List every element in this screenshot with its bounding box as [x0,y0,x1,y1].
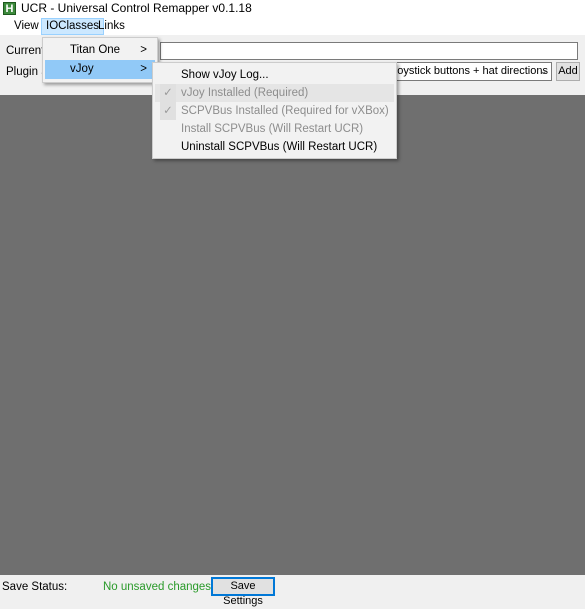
menu-item-uninstall-scpvbus[interactable]: Uninstall SCPVBus (Will Restart UCR) [155,138,394,156]
menu-links[interactable]: Links [94,18,129,35]
menu-item-titan-one[interactable]: Titan One > [45,41,155,60]
status-bar: Save Status: No unsaved changes [0,575,585,600]
main-panel [0,95,585,575]
menu-view[interactable]: View [10,18,43,35]
menu-item-show-vjoy-log[interactable]: Show vJoy Log... [155,66,394,84]
chevron-down-icon: ⌄ [538,65,548,77]
chevron-right-icon: > [140,44,147,56]
current-profile-field[interactable] [160,42,578,60]
add-plugin-button[interactable]: Add [556,62,580,81]
menu-item-label: vJoy [70,63,94,75]
menu-item-label: SCPVBus Installed (Required for vXBox) [181,105,389,117]
menu-item-label: vJoy Installed (Required) [181,87,309,99]
save-settings-button[interactable]: Save Settings [211,577,275,607]
chevron-right-icon: > [140,63,147,75]
menu-item-scpvbus-installed[interactable]: ✓ SCPVBus Installed (Required for vXBox) [155,102,394,120]
menu-bar: View IOClasses Links [0,17,585,35]
app-icon: H [3,2,16,15]
save-status-label: Save Status: [2,581,68,593]
menu-item-vjoy[interactable]: vJoy > [45,60,155,79]
menu-item-label: Titan One [70,44,121,56]
window-title: UCR - Universal Control Remapper v0.1.18 [21,1,252,15]
checkmark-icon: ✓ [160,84,176,102]
plugin-select[interactable]: ns, Joystick buttons + hat directions ⌄ [370,62,552,81]
ioclasses-dropdown: Titan One > vJoy > [42,37,158,83]
save-status-value: No unsaved changes [103,581,212,593]
checkmark-icon: ✓ [160,102,176,120]
vjoy-submenu: Show vJoy Log... ✓ vJoy Installed (Requir… [152,62,397,159]
title-bar: H UCR - Universal Control Remapper v0.1.… [0,0,585,17]
menu-item-vjoy-installed[interactable]: ✓ vJoy Installed (Required) [155,84,394,102]
plugin-select-value: ns, Joystick buttons + hat directions [374,65,548,77]
menu-item-install-scpvbus[interactable]: Install SCPVBus (Will Restart UCR) [155,120,394,138]
